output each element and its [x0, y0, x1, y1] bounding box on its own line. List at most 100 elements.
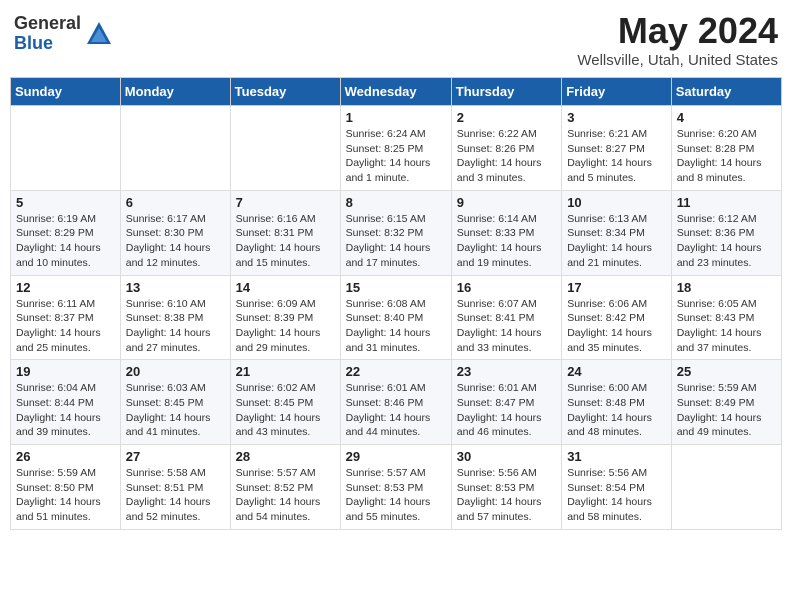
day-info: Sunrise: 5:57 AMSunset: 8:53 PMDaylight:…	[346, 466, 446, 525]
calendar-cell: 30 Sunrise: 5:56 AMSunset: 8:53 PMDayligh…	[451, 445, 561, 530]
calendar-cell	[120, 106, 230, 191]
day-info: Sunrise: 6:19 AMSunset: 8:29 PMDaylight:…	[16, 212, 115, 271]
calendar-cell: 5 Sunrise: 6:19 AMSunset: 8:29 PMDaylight…	[11, 190, 121, 275]
calendar-cell: 27Sunrise: 5:58 AMSunset: 8:51 PMDayligh…	[120, 445, 230, 530]
day-number: 9	[457, 195, 556, 210]
day-info: Sunrise: 6:05 AMSunset: 8:43 PMDaylight:…	[677, 297, 776, 356]
day-number: 16	[457, 280, 556, 295]
day-info: Sunrise: 6:02 AMSunset: 8:45 PMDaylight:…	[236, 381, 335, 440]
calendar-cell: 28 Sunrise: 5:57 AMSunset: 8:52 PMDayligh…	[230, 445, 340, 530]
calendar-cell: 14 Sunrise: 6:09 AMSunset: 8:39 PMDayligh…	[230, 275, 340, 360]
day-info: Sunrise: 6:11 AMSunset: 8:37 PMDaylight:…	[16, 297, 115, 356]
weekday-header-friday: Friday	[562, 78, 672, 106]
weekday-header-monday: Monday	[120, 78, 230, 106]
calendar-cell: 29Sunrise: 5:57 AMSunset: 8:53 PMDayligh…	[340, 445, 451, 530]
calendar-cell: 1 Sunrise: 6:24 AMSunset: 8:25 PMDaylight…	[340, 106, 451, 191]
day-number: 6	[126, 195, 225, 210]
calendar-cell: 17 Sunrise: 6:06 AMSunset: 8:42 PMDayligh…	[562, 275, 672, 360]
logo-blue: Blue	[14, 34, 81, 54]
weekday-header-saturday: Saturday	[671, 78, 781, 106]
calendar-cell: 8 Sunrise: 6:15 AMSunset: 8:32 PMDaylight…	[340, 190, 451, 275]
day-info: Sunrise: 6:01 AMSunset: 8:47 PMDaylight:…	[457, 381, 556, 440]
day-info: Sunrise: 6:15 AMSunset: 8:32 PMDaylight:…	[346, 212, 446, 271]
day-info: Sunrise: 6:09 AMSunset: 8:39 PMDaylight:…	[236, 297, 335, 356]
logo-general: General	[14, 14, 81, 34]
day-info: Sunrise: 6:10 AMSunset: 8:38 PMDaylight:…	[126, 297, 225, 356]
day-number: 28	[236, 449, 335, 464]
day-number: 18	[677, 280, 776, 295]
calendar-cell: 2Sunrise: 6:22 AMSunset: 8:26 PMDaylight…	[451, 106, 561, 191]
calendar-cell: 13Sunrise: 6:10 AMSunset: 8:38 PMDayligh…	[120, 275, 230, 360]
day-info: Sunrise: 5:57 AMSunset: 8:52 PMDaylight:…	[236, 466, 335, 525]
day-number: 21	[236, 364, 335, 379]
day-number: 4	[677, 110, 776, 125]
day-number: 30	[457, 449, 556, 464]
calendar-week-2: 5 Sunrise: 6:19 AMSunset: 8:29 PMDaylight…	[11, 190, 782, 275]
logo-text: General Blue	[14, 14, 81, 54]
calendar-cell: 20 Sunrise: 6:03 AMSunset: 8:45 PMDayligh…	[120, 360, 230, 445]
calendar-cell: 4 Sunrise: 6:20 AMSunset: 8:28 PMDaylight…	[671, 106, 781, 191]
weekday-header-sunday: Sunday	[11, 78, 121, 106]
day-number: 8	[346, 195, 446, 210]
calendar-cell: 21 Sunrise: 6:02 AMSunset: 8:45 PMDayligh…	[230, 360, 340, 445]
calendar-cell: 3 Sunrise: 6:21 AMSunset: 8:27 PMDaylight…	[562, 106, 672, 191]
day-info: Sunrise: 5:59 AMSunset: 8:49 PMDaylight:…	[677, 381, 776, 440]
day-number: 22	[346, 364, 446, 379]
day-number: 20	[126, 364, 225, 379]
day-info: Sunrise: 6:22 AMSunset: 8:26 PMDaylight:…	[457, 127, 556, 186]
page-header: General Blue May 2024 Wellsville, Utah, …	[10, 10, 782, 69]
day-number: 3	[567, 110, 666, 125]
day-number: 14	[236, 280, 335, 295]
calendar-cell: 24 Sunrise: 6:00 AMSunset: 8:48 PMDayligh…	[562, 360, 672, 445]
day-info: Sunrise: 5:59 AMSunset: 8:50 PMDaylight:…	[16, 466, 115, 525]
calendar-cell: 16Sunrise: 6:07 AMSunset: 8:41 PMDayligh…	[451, 275, 561, 360]
calendar-cell: 25 Sunrise: 5:59 AMSunset: 8:49 PMDayligh…	[671, 360, 781, 445]
location: Wellsville, Utah, United States	[577, 52, 778, 69]
day-number: 5	[16, 195, 115, 210]
calendar-cell: 11Sunrise: 6:12 AMSunset: 8:36 PMDayligh…	[671, 190, 781, 275]
calendar-cell	[230, 106, 340, 191]
day-info: Sunrise: 6:03 AMSunset: 8:45 PMDaylight:…	[126, 381, 225, 440]
day-number: 15	[346, 280, 446, 295]
calendar-cell: 19 Sunrise: 6:04 AMSunset: 8:44 PMDayligh…	[11, 360, 121, 445]
day-number: 17	[567, 280, 666, 295]
day-info: Sunrise: 6:00 AMSunset: 8:48 PMDaylight:…	[567, 381, 666, 440]
calendar-cell: 22 Sunrise: 6:01 AMSunset: 8:46 PMDayligh…	[340, 360, 451, 445]
day-number: 19	[16, 364, 115, 379]
day-number: 25	[677, 364, 776, 379]
calendar-cell: 18 Sunrise: 6:05 AMSunset: 8:43 PMDayligh…	[671, 275, 781, 360]
day-info: Sunrise: 6:13 AMSunset: 8:34 PMDaylight:…	[567, 212, 666, 271]
month-title: May 2024	[577, 10, 778, 52]
day-info: Sunrise: 6:04 AMSunset: 8:44 PMDaylight:…	[16, 381, 115, 440]
day-info: Sunrise: 6:17 AMSunset: 8:30 PMDaylight:…	[126, 212, 225, 271]
calendar-cell	[11, 106, 121, 191]
calendar-cell: 9 Sunrise: 6:14 AMSunset: 8:33 PMDaylight…	[451, 190, 561, 275]
day-info: Sunrise: 6:06 AMSunset: 8:42 PMDaylight:…	[567, 297, 666, 356]
calendar-cell: 10 Sunrise: 6:13 AMSunset: 8:34 PMDayligh…	[562, 190, 672, 275]
calendar-cell: 15 Sunrise: 6:08 AMSunset: 8:40 PMDayligh…	[340, 275, 451, 360]
logo: General Blue	[14, 14, 113, 54]
weekday-header-thursday: Thursday	[451, 78, 561, 106]
calendar-cell: 26 Sunrise: 5:59 AMSunset: 8:50 PMDayligh…	[11, 445, 121, 530]
day-info: Sunrise: 6:20 AMSunset: 8:28 PMDaylight:…	[677, 127, 776, 186]
day-number: 31	[567, 449, 666, 464]
day-number: 26	[16, 449, 115, 464]
calendar-cell	[671, 445, 781, 530]
day-number: 24	[567, 364, 666, 379]
day-info: Sunrise: 5:56 AMSunset: 8:53 PMDaylight:…	[457, 466, 556, 525]
weekday-header-wednesday: Wednesday	[340, 78, 451, 106]
day-info: Sunrise: 6:24 AMSunset: 8:25 PMDaylight:…	[346, 127, 446, 186]
calendar-cell: 6 Sunrise: 6:17 AMSunset: 8:30 PMDaylight…	[120, 190, 230, 275]
calendar-week-1: 1 Sunrise: 6:24 AMSunset: 8:25 PMDaylight…	[11, 106, 782, 191]
calendar-cell: 12 Sunrise: 6:11 AMSunset: 8:37 PMDayligh…	[11, 275, 121, 360]
day-number: 12	[16, 280, 115, 295]
day-info: Sunrise: 6:21 AMSunset: 8:27 PMDaylight:…	[567, 127, 666, 186]
calendar-cell: 23Sunrise: 6:01 AMSunset: 8:47 PMDayligh…	[451, 360, 561, 445]
day-number: 1	[346, 110, 446, 125]
day-info: Sunrise: 6:01 AMSunset: 8:46 PMDaylight:…	[346, 381, 446, 440]
calendar-week-5: 26 Sunrise: 5:59 AMSunset: 8:50 PMDayligh…	[11, 445, 782, 530]
day-number: 10	[567, 195, 666, 210]
calendar-table: SundayMondayTuesdayWednesdayThursdayFrid…	[10, 77, 782, 530]
day-info: Sunrise: 6:14 AMSunset: 8:33 PMDaylight:…	[457, 212, 556, 271]
day-info: Sunrise: 6:08 AMSunset: 8:40 PMDaylight:…	[346, 297, 446, 356]
